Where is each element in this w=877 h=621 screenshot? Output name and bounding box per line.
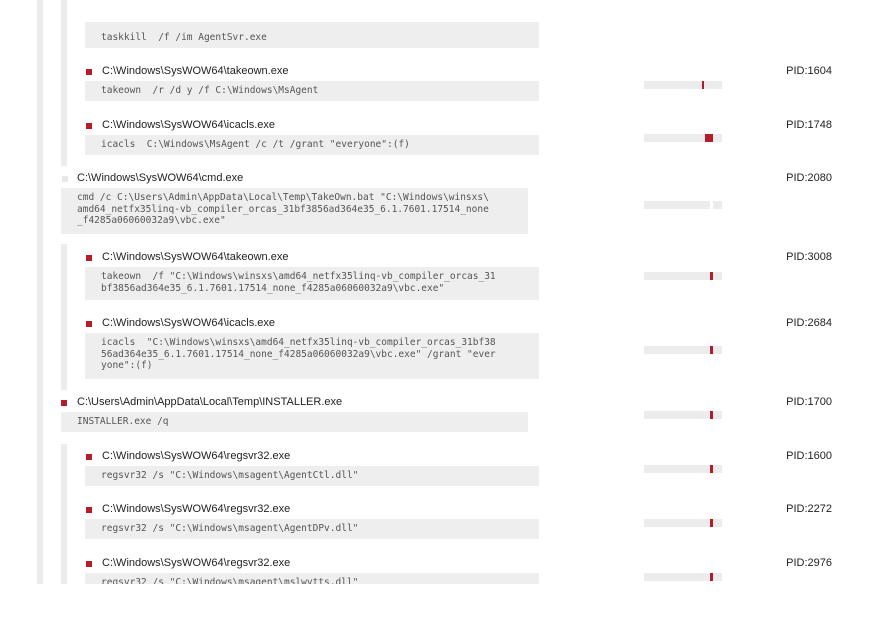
- activity-bar: [644, 81, 722, 89]
- command-line: regsvr32 /s "C:\Windows\msagent\mslwvtts…: [85, 573, 539, 584]
- process-tree[interactable]: taskkill /f /im AgentSvr.exe C:\Windows\…: [0, 0, 877, 584]
- activity-bar: [644, 272, 722, 280]
- tree-guide-line: [61, 444, 67, 584]
- process-bullet: [62, 176, 68, 182]
- tree-guide-line: [61, 244, 67, 390]
- process-path[interactable]: C:\Windows\SysWOW64\takeown.exe: [102, 250, 288, 264]
- process-bullet: [86, 454, 92, 460]
- activity-bar: [644, 465, 722, 473]
- command-line: INSTALLER.exe /q: [61, 412, 528, 432]
- activity-mark: [710, 411, 713, 419]
- process-path[interactable]: C:\Users\Admin\AppData\Local\Temp\INSTAL…: [77, 395, 342, 409]
- command-line: takeown /f "C:\Windows\winsxs\amd64_netf…: [85, 267, 539, 300]
- activity-mark: [705, 134, 713, 142]
- activity-mark: [710, 573, 713, 581]
- activity-bar: [644, 201, 722, 209]
- activity-bar: [644, 411, 722, 419]
- process-pid: PID:3008: [786, 251, 832, 263]
- process-pid: PID:1600: [786, 450, 832, 462]
- process-bullet: [86, 321, 92, 327]
- process-pid: PID:1748: [786, 119, 832, 131]
- process-path[interactable]: C:\Windows\SysWOW64\regsvr32.exe: [102, 449, 290, 463]
- activity-mark: [710, 272, 713, 280]
- activity-bar: [644, 346, 722, 354]
- process-path[interactable]: C:\Windows\SysWOW64\cmd.exe: [77, 171, 243, 185]
- process-pid: PID:2080: [786, 172, 832, 184]
- process-path[interactable]: C:\Windows\SysWOW64\takeown.exe: [102, 64, 288, 78]
- process-path[interactable]: C:\Windows\SysWOW64\regsvr32.exe: [102, 502, 290, 516]
- process-path[interactable]: C:\Windows\SysWOW64\icacls.exe: [102, 118, 275, 132]
- process-pid: PID:1700: [786, 396, 832, 408]
- process-pid: PID:2272: [786, 503, 832, 515]
- tree-guide-line: [37, 0, 43, 584]
- command-line: taskkill /f /im AgentSvr.exe: [85, 22, 539, 48]
- process-bullet: [86, 561, 92, 567]
- process-pid: PID:2976: [786, 557, 832, 569]
- process-bullet: [86, 123, 92, 129]
- command-line: icacls "C:\Windows\winsxs\amd64_netfx35l…: [85, 333, 539, 379]
- command-line: icacls C:\Windows\MsAgent /c /t /grant "…: [85, 135, 539, 155]
- process-pid: PID:1604: [786, 65, 832, 77]
- activity-bar: [644, 134, 722, 142]
- activity-mark: [710, 346, 713, 354]
- process-bullet: [86, 69, 92, 75]
- activity-mark: [710, 519, 713, 527]
- activity-bar: [644, 573, 722, 581]
- tree-guide-line: [61, 0, 67, 166]
- activity-bar: [644, 519, 722, 527]
- process-bullet: [86, 255, 92, 261]
- activity-mark: [710, 465, 713, 473]
- process-bullet: [86, 507, 92, 513]
- process-path[interactable]: C:\Windows\SysWOW64\icacls.exe: [102, 316, 275, 330]
- process-path[interactable]: C:\Windows\SysWOW64\regsvr32.exe: [102, 556, 290, 570]
- command-line: regsvr32 /s "C:\Windows\msagent\AgentDPv…: [85, 519, 539, 539]
- process-bullet: [61, 400, 67, 406]
- command-line: cmd /c C:\Users\Admin\AppData\Local\Temp…: [61, 188, 528, 234]
- command-line: regsvr32 /s "C:\Windows\msagent\AgentCtl…: [85, 466, 539, 486]
- activity-mark: [702, 81, 704, 89]
- command-line: takeown /r /d y /f C:\Windows\MsAgent: [85, 81, 539, 101]
- process-pid: PID:2684: [786, 317, 832, 329]
